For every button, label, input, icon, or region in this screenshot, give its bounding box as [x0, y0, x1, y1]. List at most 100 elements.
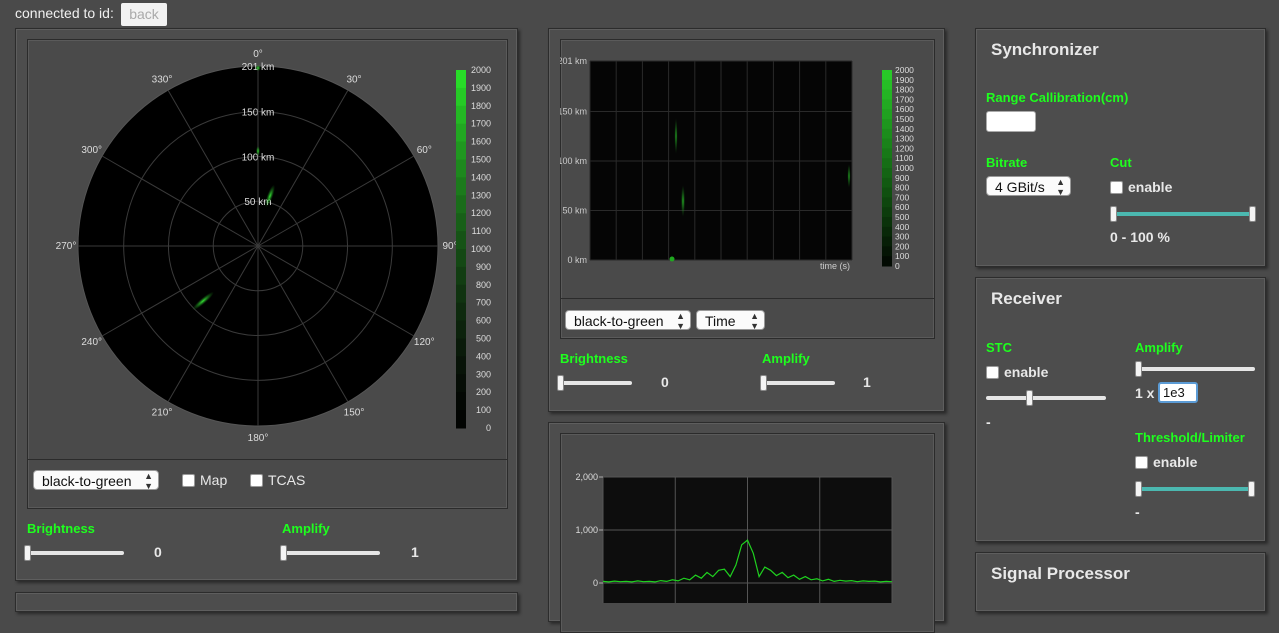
- echo-streak: [847, 164, 851, 188]
- colorbar-tick-label: 200: [476, 387, 491, 397]
- cut-range-value: 0 - 100 %: [1110, 229, 1170, 245]
- colorbar-tick-label: 800: [895, 183, 909, 193]
- range-calibration-input[interactable]: [986, 111, 1036, 132]
- colorbar-segment: [882, 207, 892, 218]
- bearing-label: 120°: [414, 337, 435, 348]
- colorbar-tick-label: 400: [476, 351, 491, 361]
- colorbar-segment: [882, 89, 892, 100]
- receiver-amplify-input[interactable]: 1e3: [1158, 382, 1198, 403]
- slider-thumb[interactable]: [760, 375, 767, 391]
- slider-thumb-low[interactable]: [1110, 206, 1117, 222]
- colorbar-segment: [456, 338, 466, 357]
- colorbar-segment: [882, 197, 892, 208]
- y-axis-label: 0 km: [567, 255, 587, 265]
- colorbar-tick-label: 700: [895, 192, 909, 202]
- stc-slider[interactable]: [986, 390, 1106, 406]
- colorbar-tick-label: 2000: [895, 65, 914, 75]
- waterfall-amplify-value: 1: [863, 374, 871, 390]
- select-arrows-icon: ▲ ▼: [750, 311, 759, 331]
- bearing-label: 330°: [152, 75, 173, 86]
- checkbox-box[interactable]: [986, 365, 999, 379]
- colorbar-segment: [456, 141, 466, 160]
- bearing-label: 0°: [253, 49, 263, 60]
- colorbar-tick-label: 1500: [471, 155, 491, 165]
- tcas-checkbox-label: TCAS: [268, 472, 306, 488]
- colorbar-tick-label: 1600: [895, 104, 914, 114]
- colorbar-segment: [456, 266, 466, 286]
- colorbar-segment: [456, 231, 466, 250]
- colorbar-tick-label: 500: [476, 334, 491, 344]
- colorbar-tick-label: 1200: [471, 208, 491, 218]
- echo-blip: [256, 146, 260, 156]
- bearing-label: 150°: [344, 407, 365, 418]
- checkbox-box[interactable]: [1135, 455, 1148, 469]
- bearing-label: 240°: [81, 337, 102, 348]
- colorbar-segment: [456, 159, 466, 178]
- signal-processor-title: Signal Processor: [991, 564, 1130, 583]
- checkbox-box[interactable]: [250, 473, 263, 487]
- radar-brightness-value: 0: [154, 544, 162, 560]
- threshold-range-slider[interactable]: [1135, 481, 1255, 497]
- echo-streak: [674, 118, 678, 154]
- threshold-enable-checkbox[interactable]: enable: [1135, 454, 1197, 470]
- radar-amplify-label: Amplify: [282, 521, 330, 536]
- radar-colormap-select[interactable]: black-to-green ▲ ▼: [33, 470, 159, 491]
- colorbar-tick-label: 1000: [471, 244, 491, 254]
- tcas-checkbox[interactable]: TCAS: [250, 472, 305, 488]
- connection-status-label: connected to id:: [15, 5, 114, 21]
- slider-thumb-high[interactable]: [1249, 206, 1256, 222]
- colorbar-segment: [882, 128, 892, 140]
- slider-thumb[interactable]: [1135, 361, 1142, 377]
- radar-brightness-slider[interactable]: [24, 545, 124, 561]
- map-checkbox[interactable]: Map: [182, 472, 227, 488]
- colorbar-segment: [456, 70, 466, 89]
- colorbar-tick-label: 700: [476, 298, 491, 308]
- receiver-amplify-slider[interactable]: [1135, 361, 1255, 377]
- amplitude-chart-panel: 2,000 1,000 0: [548, 422, 945, 633]
- radar-amplify-slider[interactable]: [280, 545, 380, 561]
- back-button[interactable]: back: [121, 3, 167, 26]
- range-calibration-label: Range Callibration(cm): [986, 90, 1129, 105]
- colorbar-tick-label: 100: [895, 251, 909, 261]
- echo-point: [669, 256, 675, 262]
- waterfall-amplify-slider[interactable]: [760, 375, 835, 391]
- stc-value: -: [986, 414, 991, 430]
- checkbox-box[interactable]: [1110, 180, 1123, 194]
- colorbar-tick-label: 400: [895, 222, 909, 232]
- radar-brightness-label: Brightness: [27, 521, 95, 536]
- bitrate-select[interactable]: 4 GBit/s ▲ ▼: [986, 176, 1071, 197]
- bearing-label: 60°: [417, 145, 432, 156]
- slider-thumb-high[interactable]: [1248, 481, 1255, 497]
- waterfall-colormap-select[interactable]: black-to-green ▲ ▼: [565, 310, 691, 331]
- map-checkbox-label: Map: [200, 472, 228, 488]
- threshold-enable-label: enable: [1153, 454, 1198, 470]
- cut-range-slider[interactable]: [1110, 206, 1256, 222]
- colorbar-segment: [882, 246, 892, 257]
- y-tick-label: 0: [593, 578, 598, 588]
- stc-enable-label: enable: [1004, 364, 1049, 380]
- colorbar-segment: [456, 87, 466, 107]
- checkbox-box[interactable]: [182, 473, 195, 487]
- threshold-value: -: [1135, 504, 1140, 520]
- slider-thumb-low[interactable]: [1135, 481, 1142, 497]
- colorbar-segment: [456, 374, 466, 393]
- colorbar-segment: [882, 256, 892, 267]
- colorbar-tick-label: 600: [895, 202, 909, 212]
- cut-enable-checkbox[interactable]: enable: [1110, 179, 1172, 195]
- amplitude-line-chart: 2,000 1,000 0: [575, 472, 893, 603]
- colorbar-tick-label: 1600: [471, 137, 491, 147]
- stc-enable-checkbox[interactable]: enable: [986, 364, 1048, 380]
- colorbar-segment: [456, 284, 466, 304]
- slider-thumb[interactable]: [1025, 390, 1033, 406]
- colorbar-segment: [456, 320, 466, 339]
- colorbar-segment: [882, 70, 892, 81]
- slider-thumb[interactable]: [557, 375, 564, 391]
- waterfall-brightness-slider[interactable]: [557, 375, 632, 391]
- colorbar-segment: [882, 119, 892, 130]
- slider-thumb[interactable]: [24, 545, 31, 561]
- slider-thumb[interactable]: [280, 545, 287, 561]
- waterfall-axis-select[interactable]: Time ▲ ▼: [696, 310, 765, 331]
- colorbar-tick-label: 300: [895, 232, 909, 242]
- colorbar-segment: [882, 168, 892, 179]
- colorbar-segment: [456, 392, 466, 411]
